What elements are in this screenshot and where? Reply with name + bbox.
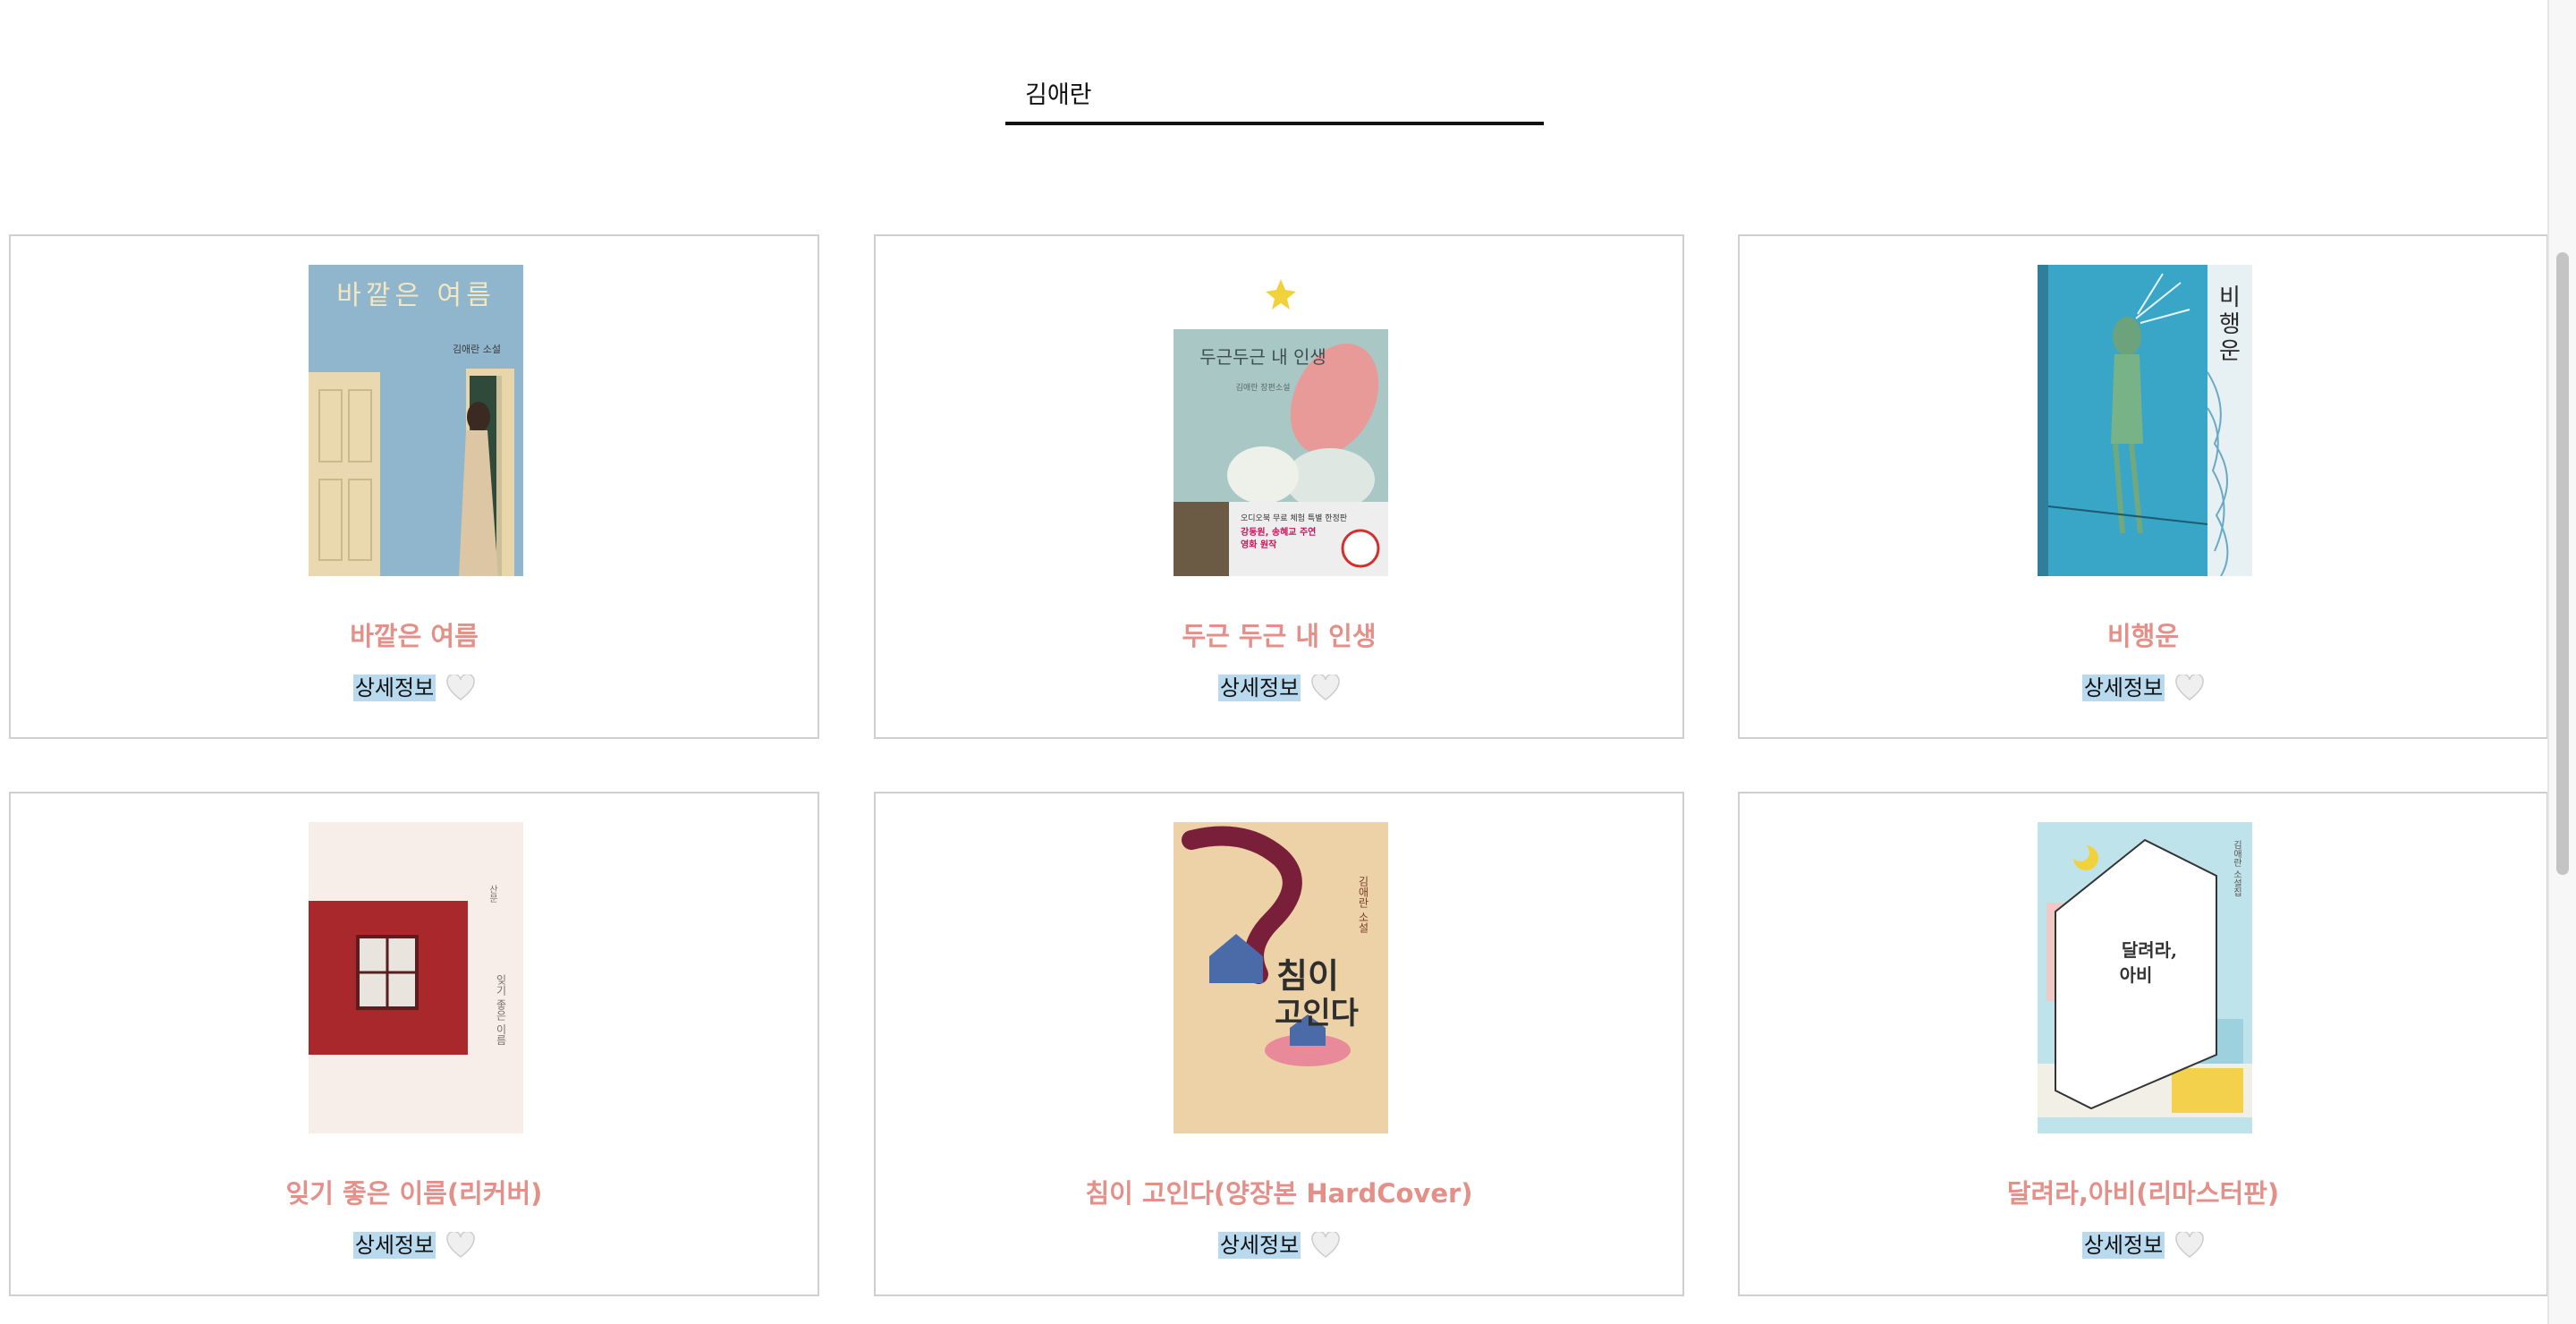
svg-text:달려라,: 달려라, bbox=[2122, 939, 2177, 961]
heart-icon[interactable] bbox=[446, 675, 475, 701]
book-card: 두근두근 내 인생 김애란 장편소설 오디오북 무료 체험 특별 한정판 강동원… bbox=[874, 234, 1684, 739]
svg-text:침이: 침이 bbox=[1276, 956, 1339, 996]
svg-text:김애란 소설: 김애란 소설 bbox=[453, 344, 501, 355]
book-cover[interactable]: 두근두근 내 인생 김애란 장편소설 오디오북 무료 체험 특별 한정판 강동원… bbox=[1174, 265, 1388, 576]
svg-text:산문: 산문 bbox=[487, 885, 498, 903]
book-actions: 상세정보 bbox=[876, 1232, 1682, 1259]
heart-icon[interactable] bbox=[1311, 675, 1340, 701]
book-title[interactable]: 바깥은 여름 bbox=[11, 615, 818, 653]
svg-text:영화 원작: 영화 원작 bbox=[1241, 539, 1277, 550]
heart-icon[interactable] bbox=[2175, 1232, 2204, 1259]
svg-text:바깥은 여름: 바깥은 여름 bbox=[336, 280, 496, 311]
book-actions: 상세정보 bbox=[876, 675, 1682, 701]
book-cover[interactable]: 침이 고인다 김애란 소설 bbox=[1174, 822, 1388, 1133]
svg-text:비: 비 bbox=[2219, 284, 2241, 311]
book-cover[interactable]: 달려라, 아비 김애란 소설집 bbox=[2038, 822, 2252, 1133]
book-title[interactable]: 두근 두근 내 인생 bbox=[876, 615, 1682, 653]
svg-text:아비: 아비 bbox=[2120, 964, 2153, 986]
heart-icon[interactable] bbox=[1311, 1232, 1340, 1259]
detail-button[interactable]: 상세정보 bbox=[352, 1232, 436, 1259]
book-cover[interactable]: 산문 잊기 좋은 이름 bbox=[309, 822, 523, 1133]
book-actions: 상세정보 bbox=[1740, 675, 2546, 701]
svg-text:김애란 소설: 김애란 소설 bbox=[1357, 876, 1369, 933]
svg-text:고인다: 고인다 bbox=[1275, 996, 1359, 1031]
svg-text:행: 행 bbox=[2219, 311, 2241, 338]
book-card: 비 행 운 비행운 상세정보 bbox=[1738, 234, 2548, 739]
svg-text:김애란 소설집: 김애란 소설집 bbox=[2232, 840, 2242, 896]
search-bar bbox=[1005, 63, 1544, 125]
svg-text:오디오북 무료 체험 특별 한정판: 오디오북 무료 체험 특별 한정판 bbox=[1241, 513, 1347, 523]
scrollbar-thumb[interactable] bbox=[2556, 252, 2569, 875]
heart-icon[interactable] bbox=[446, 1232, 475, 1259]
search-input[interactable] bbox=[1005, 63, 1544, 125]
svg-text:운: 운 bbox=[2219, 338, 2241, 365]
book-card: 산문 잊기 좋은 이름 잊기 좋은 이름(리커버) 상세정보 bbox=[9, 792, 819, 1296]
detail-button[interactable]: 상세정보 bbox=[1217, 1232, 1301, 1259]
detail-button[interactable]: 상세정보 bbox=[1217, 675, 1301, 701]
book-title[interactable]: 잊기 좋은 이름(리커버) bbox=[11, 1173, 818, 1210]
svg-text:강동원, 송혜교 주연: 강동원, 송혜교 주연 bbox=[1241, 526, 1316, 538]
book-actions: 상세정보 bbox=[11, 675, 818, 701]
detail-button[interactable]: 상세정보 bbox=[352, 675, 436, 701]
svg-text:잊기 좋은 이름: 잊기 좋은 이름 bbox=[495, 974, 507, 1046]
book-actions: 상세정보 bbox=[11, 1232, 818, 1259]
detail-button[interactable]: 상세정보 bbox=[2081, 675, 2165, 701]
detail-button[interactable]: 상세정보 bbox=[2081, 1232, 2165, 1259]
book-title[interactable]: 침이 고인다(양장본 HardCover) bbox=[876, 1173, 1682, 1210]
heart-icon[interactable] bbox=[2175, 675, 2204, 701]
book-actions: 상세정보 bbox=[1740, 1232, 2546, 1259]
book-card: 침이 고인다 김애란 소설 침이 고인다(양장본 HardCover) 상세정보 bbox=[874, 792, 1684, 1296]
book-title[interactable]: 달려라,아비(리마스터판) bbox=[1740, 1173, 2546, 1210]
svg-text:두근두근 내 인생: 두근두근 내 인생 bbox=[1199, 346, 1326, 368]
book-card: 달려라, 아비 김애란 소설집 달려라,아비(리마스터판) 상세정보 bbox=[1738, 792, 2548, 1296]
svg-text:김애란 장편소설: 김애란 장편소설 bbox=[1236, 382, 1291, 393]
book-card: 바깥은 여름 김애란 소설 바깥은 여름 상세정보 bbox=[9, 234, 819, 739]
book-cover[interactable]: 바깥은 여름 김애란 소설 bbox=[309, 265, 523, 576]
book-cover[interactable]: 비 행 운 bbox=[2038, 265, 2252, 576]
book-title[interactable]: 비행운 bbox=[1740, 615, 2546, 653]
